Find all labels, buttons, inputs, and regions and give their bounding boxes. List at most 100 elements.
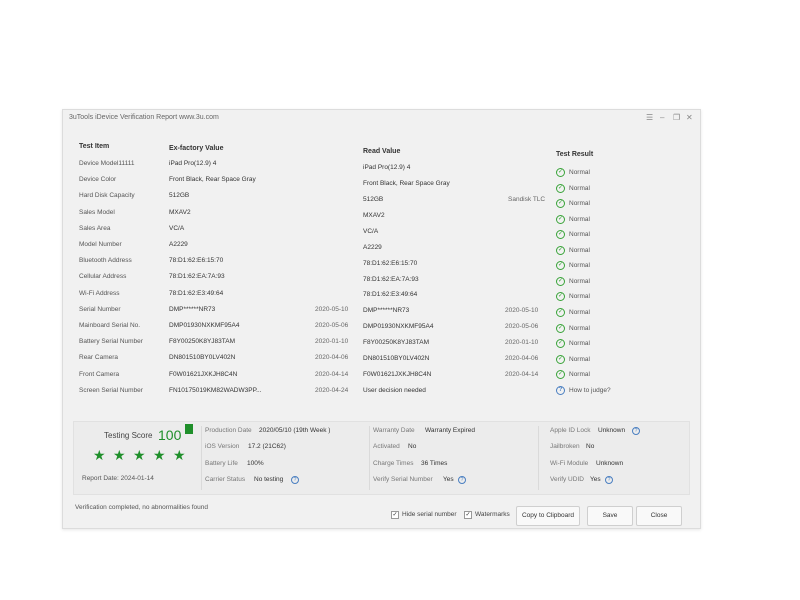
test-item-label: Front Camera: [79, 370, 120, 378]
test-result: ✓ Normal: [556, 307, 590, 317]
ex-factory-value: A2229: [169, 241, 188, 248]
question-icon: ?: [556, 385, 565, 395]
test-result: ✓ Normal: [556, 370, 590, 380]
test-item-label: Serial Number: [79, 305, 121, 313]
save-button[interactable]: Save: [587, 506, 633, 526]
table-row: Serial Number DMP******NR73 2020-05-10 DMP*…: [63, 306, 700, 322]
test-result-label: Normal: [569, 293, 590, 301]
test-result: ✓ Normal: [556, 339, 590, 349]
close-button[interactable]: Close: [636, 506, 682, 526]
read-value: DMP01930NXKMF95A4: [363, 323, 434, 331]
star-icon: ★: [173, 447, 186, 463]
read-date: 2020-05-06: [505, 323, 539, 331]
ex-factory-value: MXAV2: [169, 208, 191, 216]
warranty-date-value: Warranty Expired: [425, 427, 475, 434]
battery-life-label: Battery Life: [205, 460, 238, 467]
test-result-label: Normal: [569, 200, 590, 208]
divider: [369, 426, 370, 490]
table-row: Front Camera F0W01621JXKJH8C4N 2020-04-14 F…: [63, 370, 700, 387]
read-value: VC/A: [363, 227, 379, 235]
how-to-judge-link[interactable]: ? How to judge?: [556, 385, 611, 395]
read-value: 78:D1:62:E3:49:64: [363, 291, 418, 299]
star-icon: ★: [153, 447, 166, 463]
apple-id-lock-label: Apple ID Lock: [550, 427, 591, 434]
ex-factory-value: F0W01621JXKJH8C4N: [169, 370, 238, 378]
table-row: Mainboard Serial No. DMP01930NXKMF95A4 202…: [63, 322, 700, 338]
table-row: Rear Camera DN801510BY0LV402N 2020-04-06 DN…: [63, 354, 700, 370]
star-icon: ★: [113, 447, 126, 463]
ex-factory-date: 2020-04-14: [315, 370, 349, 378]
charge-times-value: 36 Times: [421, 460, 448, 467]
header-test-result: Test Result: [556, 151, 594, 158]
test-result: ✓ Normal: [556, 183, 590, 193]
test-result-label: Normal: [569, 277, 590, 285]
check-circle-icon: ✓: [556, 230, 565, 240]
test-result-label: Normal: [569, 371, 590, 379]
table-row: Model Number A2229 A2229 ✓ Normal: [63, 241, 700, 257]
status-message: Verification completed, no abnormalities…: [75, 504, 208, 511]
verify-udid-label: Verify UDID: [550, 476, 584, 483]
minimize-icon[interactable]: –: [660, 114, 664, 122]
ex-factory-date: 2020-05-10: [315, 305, 349, 313]
copy-to-clipboard-button[interactable]: Copy to Clipboard: [516, 506, 580, 526]
verify-serial-label: Verify Serial Number: [373, 476, 433, 483]
test-item-label: Hard Disk Capacity: [79, 192, 135, 200]
test-result-label: Normal: [569, 340, 590, 348]
test-result-label: Normal: [569, 231, 590, 239]
read-note: Sandisk TLC: [508, 195, 546, 203]
ex-factory-value: FN10175019KM82WADW3PP...: [169, 386, 262, 394]
check-circle-icon: ✓: [556, 370, 565, 380]
check-circle-icon: ✓: [556, 276, 565, 286]
test-result: ✓ Normal: [556, 245, 590, 255]
check-circle-icon: ✓: [556, 323, 565, 333]
read-value: F0W01621JXKJH8C4N: [363, 371, 432, 379]
ex-factory-date: 2020-05-06: [315, 322, 349, 329]
ex-factory-value: 78:D1:62:E6:15:70: [169, 257, 224, 265]
restore-icon[interactable]: ❐: [673, 114, 680, 122]
summary-panel: Testing Score 100 ★ ★ ★ ★ ★ Report Date:…: [73, 421, 690, 495]
read-value: DMP******NR73: [363, 307, 410, 315]
check-circle-icon: ✓: [556, 354, 565, 364]
test-item-label: Device Color: [79, 176, 117, 184]
verify-serial-value: Yes: [443, 476, 454, 483]
score-badge-icon: [185, 424, 193, 434]
divider: [201, 426, 202, 490]
title-bar: 3uTools iDevice Verification Report www.…: [63, 110, 700, 127]
watermarks-checkbox[interactable]: ✓: [464, 511, 472, 519]
info-icon[interactable]: ?: [605, 476, 613, 484]
info-icon[interactable]: ?: [291, 476, 299, 484]
test-item-label: Screen Serial Number: [79, 386, 143, 394]
test-result: ✓ Normal: [556, 214, 590, 224]
apple-id-lock-value: Unknown: [598, 427, 626, 434]
verify-udid-value: Yes: [590, 476, 601, 483]
table-row: Cellular Address 78:D1:62:EA:7A:93 78:D1:6…: [63, 273, 700, 289]
read-value: DN801510BY0LV402N: [363, 355, 430, 363]
test-result: ✓ Normal: [556, 276, 590, 286]
check-circle-icon: ✓: [556, 292, 565, 302]
test-item-label: Rear Camera: [79, 354, 119, 362]
info-icon[interactable]: ?: [632, 427, 640, 435]
testing-score-label: Testing Score: [104, 431, 153, 440]
window-title: 3uTools iDevice Verification Report www.…: [69, 114, 219, 121]
read-date: 2020-04-06: [505, 355, 539, 363]
jailbroken-value: No: [586, 443, 595, 450]
test-result-label: Normal: [569, 169, 590, 176]
hide-serial-checkbox[interactable]: ✓: [391, 511, 399, 519]
charge-times-label: Charge Times: [373, 460, 414, 467]
ex-factory-value: DN801510BY0LV402N: [169, 354, 236, 362]
close-icon[interactable]: ✕: [686, 114, 693, 122]
menu-icon[interactable]: ☰: [646, 114, 653, 122]
test-result: ✓ Normal: [556, 199, 590, 209]
watermarks-label: Watermarks: [475, 511, 510, 518]
read-value: F8Y00250K8YJ83TAM: [363, 339, 429, 347]
read-value: 78:D1:62:EA:7A:93: [363, 275, 419, 283]
read-value: 512GB: [363, 195, 384, 203]
table-row: Battery Serial Number F8Y00250K8YJ83TAM 20…: [63, 338, 700, 354]
ex-factory-value: Front Black, Rear Space Gray: [169, 176, 256, 184]
ex-factory-value: DMP******NR73: [169, 305, 216, 313]
production-date-value: 2020/05/10 (19th Week ): [259, 427, 331, 434]
table-row: Device Model11111 iPad Pro(12.9) 4 iPad Pr…: [63, 160, 700, 177]
star-icon: ★: [133, 447, 146, 463]
ex-factory-date: 2020-04-06: [315, 354, 349, 362]
info-icon[interactable]: ?: [458, 476, 466, 484]
